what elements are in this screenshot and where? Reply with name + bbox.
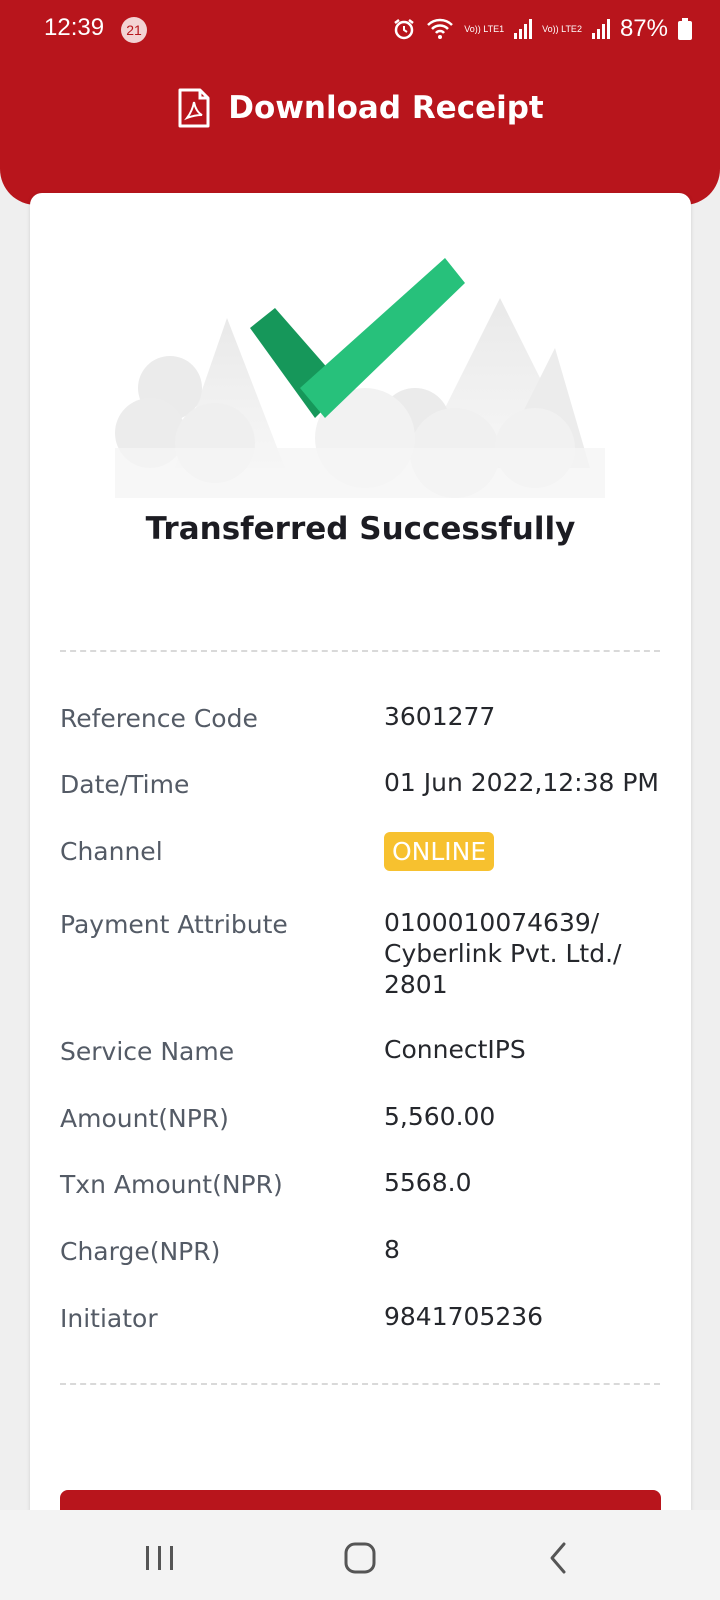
reference-code-value: 3601277 xyxy=(384,702,496,731)
system-nav-bar xyxy=(0,1510,720,1600)
sim2-label: Vo)) LTE2 xyxy=(542,23,582,34)
signal-icon xyxy=(591,19,610,39)
status-icons: Vo)) LTE1 Vo)) LTE2 87% xyxy=(392,12,692,46)
service-name-value: ConnectIPS xyxy=(384,1035,526,1064)
success-check-illustration xyxy=(115,258,605,498)
download-receipt-button[interactable]: Download Receipt xyxy=(0,88,720,128)
page-title: Download Receipt xyxy=(228,90,544,126)
signal-icon xyxy=(514,19,533,39)
home-icon[interactable] xyxy=(340,1540,380,1576)
dashed-divider xyxy=(60,1383,660,1385)
date-time-value: 01 Jun 2022,12:38 PM xyxy=(384,768,659,797)
back-icon[interactable] xyxy=(540,1540,580,1576)
battery-icon xyxy=(678,18,692,40)
app-header: 12:39 21 Vo)) LTE1 Vo)) LTE2 87% Downloa… xyxy=(0,0,720,205)
sim1-label: Vo)) LTE1 xyxy=(464,23,505,34)
row-label: Channel xyxy=(60,837,163,866)
row-label: Txn Amount(NPR) xyxy=(60,1170,283,1199)
channel-value: ONLINE xyxy=(384,832,684,871)
row-label: Charge(NPR) xyxy=(60,1237,221,1266)
txn-amount-value: 5568.0 xyxy=(384,1168,472,1197)
channel-badge: ONLINE xyxy=(384,832,495,871)
alarm-icon xyxy=(394,19,414,40)
transfer-status-title: Transferred Successfully xyxy=(145,511,576,547)
row-label: Service Name xyxy=(60,1037,235,1066)
initiator-value: 9841705236 xyxy=(384,1302,544,1331)
dashed-divider xyxy=(60,650,660,652)
notification-count-badge: 21 xyxy=(121,17,147,43)
recent-apps-icon[interactable] xyxy=(140,1540,180,1576)
row-label: Initiator xyxy=(60,1304,158,1333)
pdf-document-icon xyxy=(178,88,210,128)
row-label: Reference Code xyxy=(60,704,258,733)
wifi-icon xyxy=(427,18,454,39)
battery-percent: 87% xyxy=(619,15,668,42)
status-time: 12:39 xyxy=(44,14,105,41)
charge-value: 8 xyxy=(384,1235,400,1264)
payment-attribute-value: 0100010074639/ Cyberlink Pvt. Ltd./ 2801 xyxy=(384,908,622,999)
receipt-card: Transferred Successfully Reference Code … xyxy=(30,193,691,1530)
row-label: Date/Time xyxy=(60,770,190,799)
amount-value: 5,560.00 xyxy=(384,1102,496,1131)
row-label: Payment Attribute xyxy=(60,910,288,939)
row-label: Amount(NPR) xyxy=(60,1104,229,1133)
